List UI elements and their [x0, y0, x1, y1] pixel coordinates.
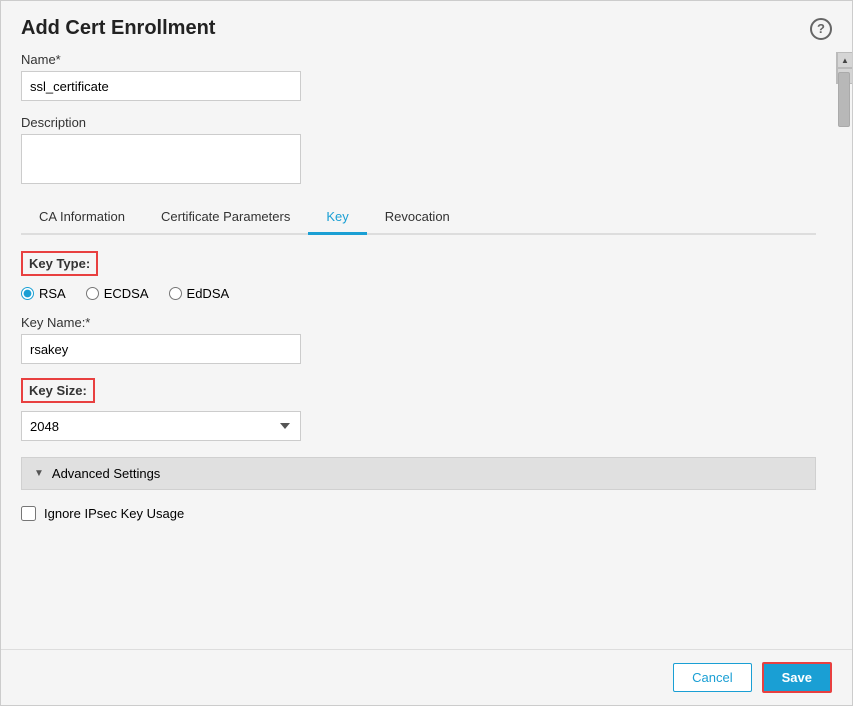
tab-key[interactable]: Key [308, 201, 366, 235]
radio-ecdsa[interactable]: ECDSA [86, 286, 149, 301]
dialog-footer: Cancel Save [1, 649, 852, 705]
description-group: Description [21, 115, 816, 187]
key-size-select-wrapper: 1024 2048 4096 [21, 411, 816, 441]
name-group: Name* [21, 52, 816, 101]
key-name-group: Key Name:* [21, 315, 816, 364]
ignore-ipsec-checkbox[interactable] [21, 506, 36, 521]
radio-ecdsa-label: ECDSA [104, 286, 149, 301]
key-type-radio-group: RSA ECDSA EdDSA [21, 286, 816, 301]
tab-certificate-parameters[interactable]: Certificate Parameters [143, 201, 308, 235]
dialog-title: Add Cert Enrollment [21, 17, 215, 40]
radio-rsa-label: RSA [39, 286, 66, 301]
add-cert-enrollment-dialog: Add Cert Enrollment ? Name* Description … [0, 0, 853, 706]
scroll-up-button[interactable]: ▲ [837, 52, 852, 68]
key-size-group: Key Size: 1024 2048 4096 [21, 378, 816, 441]
key-name-input[interactable] [21, 334, 301, 364]
key-type-label: Key Type: [21, 251, 98, 276]
key-type-group: Key Type: RSA ECDSA EdDSA [21, 251, 816, 301]
radio-rsa[interactable]: RSA [21, 286, 66, 301]
tab-ca-information[interactable]: CA Information [21, 201, 143, 235]
ignore-ipsec-label: Ignore IPsec Key Usage [44, 506, 184, 521]
radio-rsa-input[interactable] [21, 287, 34, 300]
name-label: Name* [21, 52, 816, 67]
radio-eddsa[interactable]: EdDSA [169, 286, 230, 301]
advanced-settings-label: Advanced Settings [52, 466, 160, 481]
dialog-body: Name* Description CA Information Certifi… [1, 52, 836, 649]
advanced-settings-bar[interactable]: ▼ Advanced Settings [21, 457, 816, 490]
advanced-settings-arrow: ▼ [34, 468, 44, 479]
radio-ecdsa-input[interactable] [86, 287, 99, 300]
name-input[interactable] [21, 71, 301, 101]
save-button[interactable]: Save [762, 662, 832, 693]
radio-eddsa-input[interactable] [169, 287, 182, 300]
description-input[interactable] [21, 134, 301, 184]
scroll-thumb[interactable] [838, 72, 850, 127]
description-label: Description [21, 115, 816, 130]
cancel-button[interactable]: Cancel [673, 663, 751, 692]
radio-eddsa-label: EdDSA [187, 286, 230, 301]
tab-revocation[interactable]: Revocation [367, 201, 468, 235]
dialog-header: Add Cert Enrollment ? [1, 1, 852, 52]
key-name-label: Key Name:* [21, 315, 816, 330]
help-icon[interactable]: ? [810, 18, 832, 40]
ignore-ipsec-row: Ignore IPsec Key Usage [21, 506, 816, 521]
key-size-select[interactable]: 1024 2048 4096 [21, 411, 301, 441]
key-size-label: Key Size: [21, 378, 95, 403]
scrollbar[interactable]: ▲ ▼ [836, 52, 852, 84]
tabs-container: CA Information Certificate Parameters Ke… [21, 201, 816, 235]
